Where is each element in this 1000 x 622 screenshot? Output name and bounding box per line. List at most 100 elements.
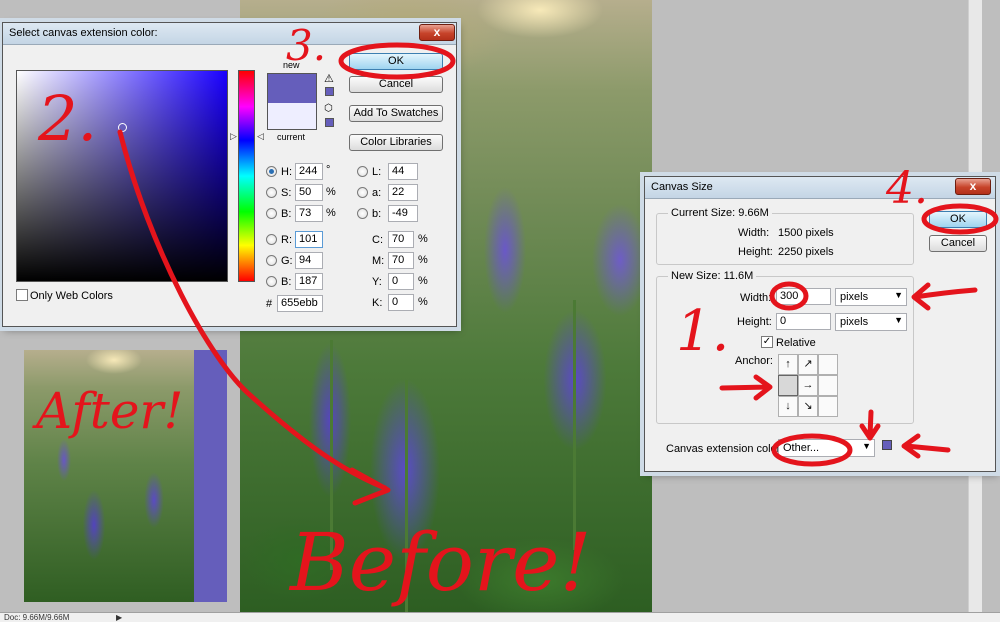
height-unit-select[interactable]: pixels ▼ [835,313,907,331]
brightness-label: B: [281,208,292,220]
web-safe-swatch[interactable] [325,118,334,127]
lab-b-label: b: [372,208,382,220]
anchor-grid: ↑ ↗ → ↓ ↘ [778,354,838,417]
lab-b-input[interactable]: -49 [388,205,418,222]
hue-radio[interactable] [266,166,277,177]
anchor-middle-right[interactable] [818,375,838,396]
green-input[interactable]: 94 [295,252,323,269]
web-safe-warning-icon[interactable]: ⬡ [324,103,333,114]
red-radio[interactable] [266,234,277,245]
dialog-title: Canvas Size [651,181,713,193]
width-label: Width: [740,292,772,304]
color-field[interactable] [16,70,228,282]
black-unit: % [418,296,428,308]
saturation-unit: % [326,186,336,198]
relative-checkbox[interactable]: ✓ [761,336,773,348]
canvas-extension-color-swatch[interactable] [882,440,892,450]
blue-input[interactable]: 187 [295,273,323,290]
black-label: K: [372,297,383,309]
flower-stem [405,380,408,612]
color-field-cursor[interactable] [118,123,127,132]
height-input[interactable]: 0 [776,313,831,330]
magenta-input[interactable]: 70 [388,252,414,269]
width-input[interactable]: 300 [776,288,831,305]
green-radio[interactable] [266,255,277,266]
hue-slider-right-arrow[interactable]: ◁ [257,131,264,142]
canvas-extension-area [194,350,227,602]
lab-l-radio[interactable] [357,166,368,177]
new-size-label: New Size: 11.6M [668,270,757,282]
lab-a-radio[interactable] [357,187,368,198]
dialog-title: Select canvas extension color: [9,27,158,39]
canvas-extension-color-label: Canvas extension color: [666,443,784,455]
anchor-top-right[interactable] [818,354,838,375]
red-label: R: [281,234,292,246]
new-color-label: new [283,60,300,70]
hue-slider[interactable] [238,70,255,282]
green-label: G: [281,255,293,267]
add-to-swatches-button[interactable]: Add To Swatches [349,105,443,122]
black-input[interactable]: 0 [388,294,414,311]
canvas-size-cancel-button[interactable]: Cancel [929,235,987,252]
lab-b-radio[interactable] [357,208,368,219]
document-size-info: Doc: 9.66M/9.66M [4,613,70,622]
canvas-size-close-button[interactable]: x [955,178,991,195]
current-size-label: Current Size: 9.66M [668,207,772,219]
status-bar: Doc: 9.66M/9.66M ▶ [0,612,1000,622]
anchor-middle-left[interactable] [778,375,798,396]
height-label: Height: [737,316,772,328]
hue-slider-left-arrow[interactable]: ▷ [230,131,237,142]
canvas-size-ok-button[interactable]: OK [929,211,987,228]
anchor-top-left[interactable]: ↑ [778,354,798,375]
status-menu-arrow-icon[interactable]: ▶ [116,613,122,622]
anchor-label: Anchor: [735,355,773,367]
saturation-radio[interactable] [266,187,277,198]
hex-label: # [266,298,273,310]
anchor-bottom-center[interactable]: ↘ [798,396,818,417]
lab-a-label: a: [372,187,382,199]
hex-input[interactable]: 655ebb [277,295,323,312]
color-libraries-button[interactable]: Color Libraries [349,134,443,151]
brightness-radio[interactable] [266,208,277,219]
current-color-label: current [277,132,306,142]
saturation-label: S: [281,187,292,199]
color-picker-cancel-button[interactable]: Cancel [349,76,443,93]
color-picker-title-bar[interactable]: Select canvas extension color: [3,23,456,45]
saturation-input[interactable]: 50 [295,184,323,201]
yellow-input[interactable]: 0 [388,273,414,290]
canvas-extension-color-select[interactable]: Other... ▼ [778,439,875,457]
out-of-gamut-warning-icon[interactable]: ⚠ [324,72,334,85]
flower-stem [330,340,333,570]
color-picker-close-button[interactable]: x [419,24,455,41]
cyan-input[interactable]: 70 [388,231,414,248]
magenta-label: M: [372,255,385,267]
lab-a-input[interactable]: 22 [388,184,418,201]
current-height-label: Height: [738,246,773,258]
relative-label: Relative [776,337,816,349]
width-unit-value: pixels [840,291,869,303]
only-web-colors-label: Only Web Colors [30,290,113,302]
current-width-label: Width: [738,227,770,239]
gamut-swatch[interactable] [325,87,334,96]
width-unit-select[interactable]: pixels ▼ [835,288,907,306]
hue-input[interactable]: 244 [295,163,323,180]
current-color-swatch[interactable] [267,103,317,130]
anchor-bottom-right[interactable] [818,396,838,417]
canvas-size-title-bar[interactable]: Canvas Size [645,177,995,199]
current-height-value: 2250 pixels [778,246,834,258]
chevron-down-icon: ▼ [894,290,903,300]
anchor-top-center[interactable]: ↗ [798,354,818,375]
cyan-label: C: [372,234,383,246]
lab-l-input[interactable]: 44 [388,163,418,180]
anchor-middle-center[interactable]: → [798,375,818,396]
red-input[interactable]: 101 [295,231,323,248]
blue-radio[interactable] [266,276,277,287]
blue-label: B: [281,276,292,288]
current-width-value: 1500 pixels [778,227,834,239]
brightness-input[interactable]: 73 [295,205,323,222]
hue-label: H: [281,166,292,178]
color-picker-ok-button[interactable]: OK [349,53,443,70]
only-web-colors-checkbox[interactable] [16,289,28,301]
chevron-down-icon: ▼ [862,441,871,451]
anchor-bottom-left[interactable]: ↓ [778,396,798,417]
